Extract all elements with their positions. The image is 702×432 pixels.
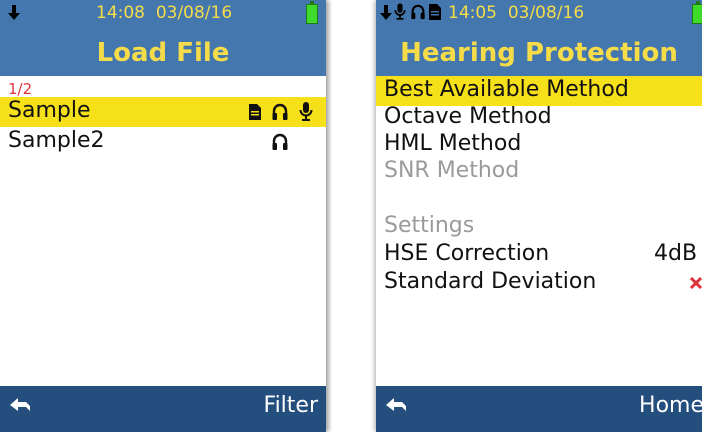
headphones-icon	[271, 133, 289, 151]
microphone-icon	[394, 3, 406, 21]
menu-item-hml-method[interactable]: HML Method	[376, 130, 702, 160]
filter-button[interactable]: Filter	[264, 393, 318, 418]
back-arrow-icon[interactable]	[10, 397, 32, 415]
menu-item-best-available-method[interactable]: Best Available Method	[376, 76, 702, 106]
time: 14:05	[448, 3, 497, 23]
menu-item-label: Octave Method	[384, 104, 552, 129]
menu-item-label: Best Available Method	[384, 77, 629, 102]
status-time: 14:05 03/08/16	[448, 3, 584, 23]
setting-label: Standard Deviation	[384, 269, 597, 294]
footer-bar: Filter	[0, 386, 326, 432]
back-arrow-icon[interactable]	[386, 397, 408, 415]
hearing-protection-screen: 14:05 03/08/16 Hearing Protection Best A…	[376, 0, 702, 432]
setting-label: HSE Correction	[384, 241, 550, 266]
footer-bar: Home	[376, 386, 702, 432]
header: 14:08 03/08/16 Load File	[0, 0, 326, 76]
date: 03/08/16	[155, 3, 233, 23]
header: 14:05 03/08/16 Hearing Protection	[376, 0, 702, 76]
setting-value: 4dB	[654, 241, 698, 266]
home-button[interactable]: Home	[639, 393, 702, 418]
load-file-screen: 14:08 03/08/16 Load File 1/2 Sample Samp…	[0, 0, 326, 432]
battery-icon	[692, 1, 702, 24]
status-time: 14:08 03/08/16	[96, 3, 232, 23]
download-arrow-icon	[8, 5, 20, 21]
headphones-icon	[271, 103, 289, 121]
battery-icon	[306, 1, 318, 24]
headphones-icon	[410, 4, 426, 20]
file-name: Sample2	[8, 128, 105, 153]
page-title: Hearing Protection	[400, 38, 678, 68]
page-count: 1/2	[8, 80, 33, 98]
microphone-icon	[299, 102, 313, 122]
status-bar: 14:05 03/08/16	[376, 0, 702, 34]
date: 03/08/16	[507, 3, 585, 23]
settings-heading-label: Settings	[384, 213, 475, 238]
document-icon	[249, 104, 261, 120]
file-row-sample[interactable]: Sample	[0, 97, 326, 127]
menu-item-label: SNR Method	[384, 158, 520, 183]
document-icon	[429, 4, 441, 20]
menu-item-snr-method: SNR Method	[376, 157, 702, 187]
file-row-sample2[interactable]: Sample2	[0, 127, 326, 157]
page-title: Load File	[96, 38, 230, 68]
cross-icon	[690, 277, 702, 289]
status-bar: 14:08 03/08/16	[0, 0, 326, 34]
menu-item-label: HML Method	[384, 131, 522, 156]
file-name: Sample	[8, 98, 91, 123]
settings-heading: Settings	[376, 212, 702, 242]
menu-item-octave-method[interactable]: Octave Method	[376, 103, 702, 133]
setting-hse-correction[interactable]: HSE Correction 4dB	[376, 240, 702, 270]
setting-standard-deviation[interactable]: Standard Deviation	[376, 268, 702, 298]
time: 14:08	[96, 3, 145, 23]
download-arrow-icon	[380, 5, 392, 21]
